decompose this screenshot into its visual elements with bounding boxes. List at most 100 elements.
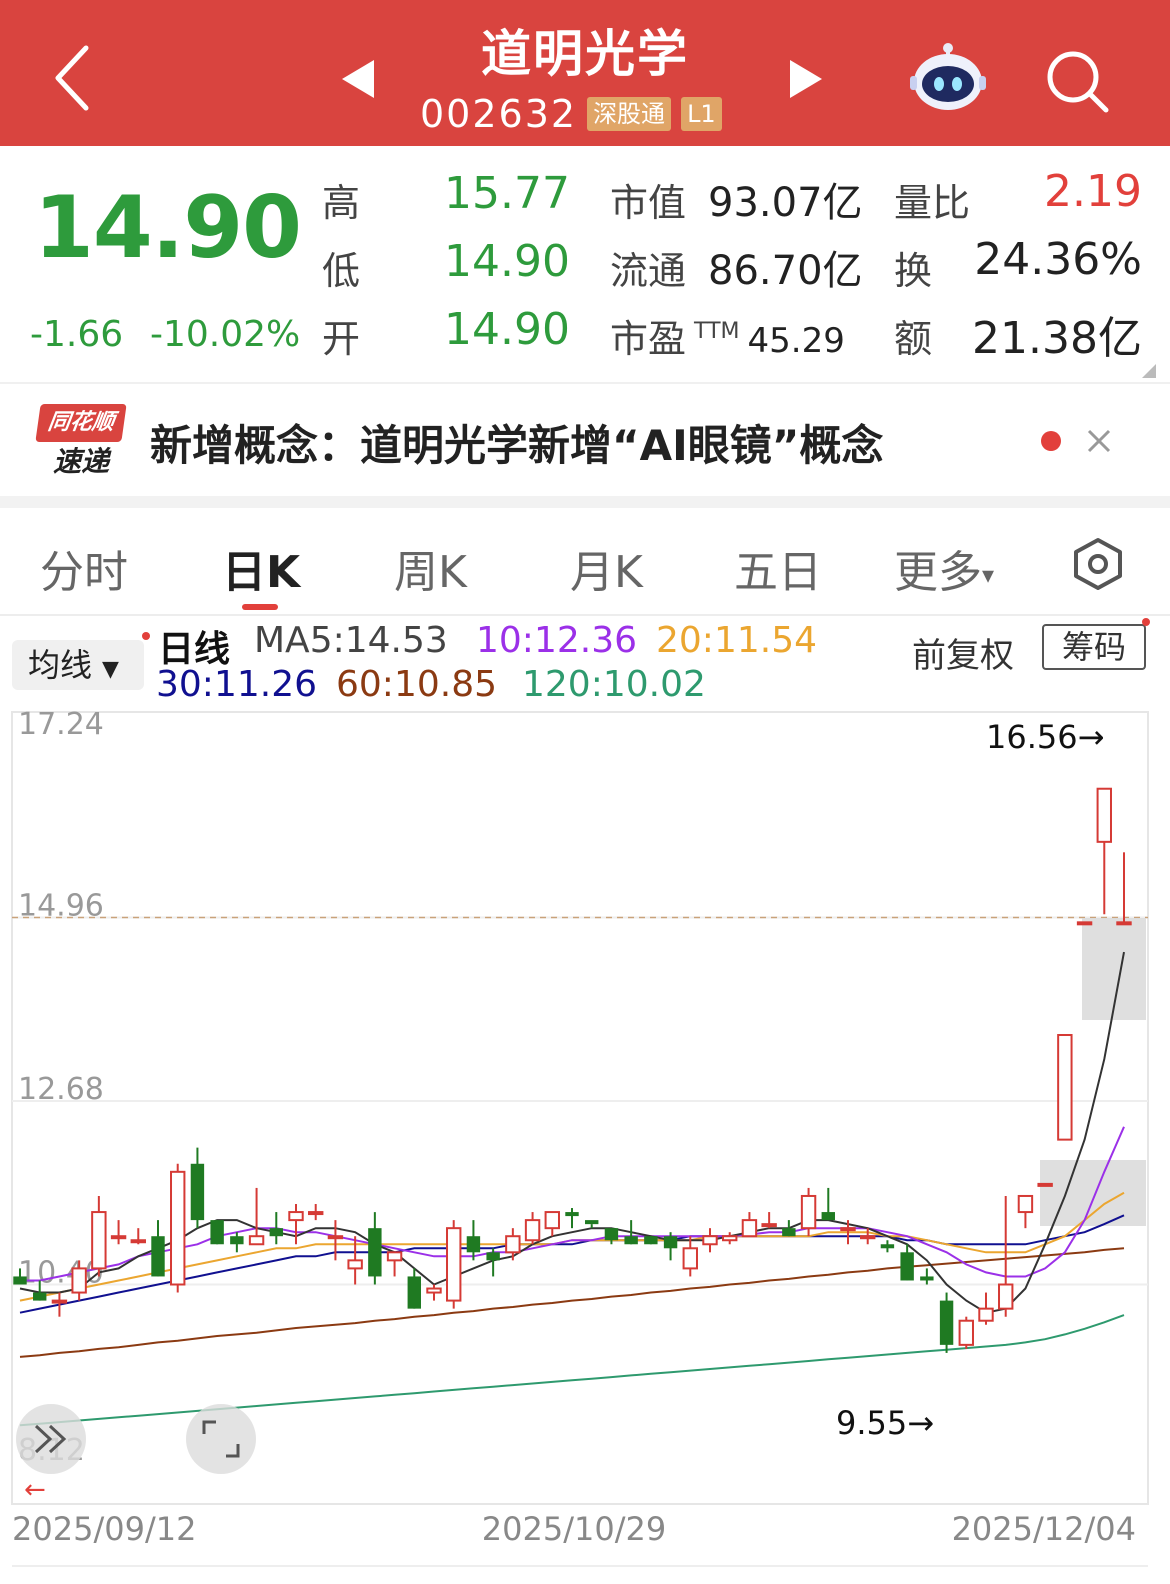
candle-body	[565, 1212, 579, 1217]
candle-body	[13, 1276, 27, 1285]
legend-ma5: MA5:14.53	[254, 620, 448, 661]
ths-express-logo: 同花顺 速递	[35, 404, 127, 484]
code-row: 002632 深股通 L1	[420, 92, 722, 136]
float-value: 86.70亿	[708, 248, 863, 294]
fullscreen-button[interactable]	[186, 1404, 256, 1474]
candle-body	[230, 1236, 244, 1245]
stock-detail-screen: 道明光学 002632 深股通 L1 14.90 -1.66 -10.02% 高…	[0, 0, 1170, 1584]
legend-dot	[142, 632, 150, 640]
candle-body	[978, 1307, 994, 1322]
legend-ma60: 60:10.85	[336, 664, 497, 705]
candle-body	[91, 1211, 107, 1270]
prev-stock-icon[interactable]	[340, 58, 376, 100]
price-change: -1.66	[30, 314, 124, 355]
candle-body	[741, 1219, 758, 1238]
tab-monthly-k[interactable]: 月K	[570, 536, 643, 600]
tab-five-day[interactable]: 五日	[734, 536, 822, 600]
settings-icon[interactable]	[1070, 536, 1126, 592]
x-tick-label: 2025/10/29	[482, 1510, 666, 1548]
candle-body	[702, 1235, 718, 1246]
candle-body	[544, 1211, 560, 1230]
candle-body	[604, 1228, 619, 1241]
news-headline: 新增概念：道明光学新增“AI眼镜”概念	[150, 421, 884, 470]
candle-body	[958, 1319, 974, 1346]
ma30-line	[19, 1214, 1125, 1314]
candle-body	[130, 1239, 146, 1244]
candle-body	[308, 1211, 324, 1216]
pe-label: 市盈	[610, 317, 687, 361]
amount-value: 21.38亿	[972, 313, 1142, 364]
ma60-line	[19, 1247, 1125, 1358]
candle-body	[761, 1223, 777, 1228]
legend-ma10: 10:12.36	[476, 620, 637, 661]
active-tab-indicator	[242, 604, 278, 610]
period-tabs: 分时 日K 周K 月K 五日 更多▾	[0, 508, 1170, 616]
amount-label: 额	[894, 317, 933, 361]
assistant-robot-icon[interactable]	[908, 40, 988, 112]
last-price: 14.90	[34, 178, 302, 278]
candle-body	[407, 1276, 421, 1309]
expand-panel-button[interactable]	[16, 1404, 86, 1474]
candle-body	[446, 1227, 462, 1302]
next-stock-icon[interactable]	[788, 58, 824, 100]
candle-body	[210, 1220, 224, 1245]
x-tick-label: 2025/09/12	[12, 1510, 196, 1548]
pe-value: 45.29	[747, 321, 845, 361]
min-annotation: 9.55→	[836, 1404, 934, 1442]
candle-body	[682, 1247, 698, 1270]
tab-daily-k[interactable]: 日K	[222, 536, 300, 600]
candle-body	[1057, 1034, 1073, 1141]
candle-body	[1037, 1182, 1053, 1187]
tab-more[interactable]: 更多▾	[894, 536, 994, 600]
candle-body	[624, 1236, 638, 1245]
candle-body	[486, 1252, 500, 1261]
open-value: 14.90	[444, 304, 570, 355]
chip-button[interactable]: 筹码	[1042, 624, 1146, 670]
ma-selector[interactable]: 均线 ▼	[12, 640, 144, 690]
search-icon[interactable]	[1044, 48, 1110, 114]
close-icon[interactable]	[1086, 428, 1112, 454]
volratio-value: 2.19	[1044, 166, 1142, 217]
candle-body	[840, 1227, 856, 1232]
adjust-mode[interactable]: 前复权	[912, 628, 1014, 677]
candle-body	[505, 1235, 521, 1254]
candle-body	[821, 1212, 835, 1221]
candle-body	[585, 1220, 599, 1225]
candle-body	[466, 1236, 481, 1253]
legend-ma30: 30:11.26	[156, 664, 317, 705]
turnover-value: 24.36%	[974, 234, 1142, 285]
candle-body	[524, 1219, 541, 1242]
legend-ma120: 120:10.02	[522, 664, 706, 705]
caret-down-icon: ▾	[982, 561, 995, 589]
kline-chart[interactable]: 17.2414.9612.6810.408.1216.56→9.55→←2025…	[0, 700, 1170, 1584]
unread-dot-icon	[1041, 431, 1061, 451]
candle-body	[663, 1236, 678, 1249]
ma10-line	[20, 1126, 1125, 1282]
high-value: 15.77	[444, 168, 570, 219]
candle-body	[1017, 1194, 1034, 1214]
high-label: 高	[322, 181, 361, 225]
quote-panel[interactable]: 14.90 -1.66 -10.02% 高 低 开 15.77 14.90 14…	[0, 146, 1170, 382]
connect-badge: 深股通	[587, 97, 672, 131]
candle-body	[33, 1292, 47, 1301]
turnover-label: 换	[894, 249, 933, 293]
tab-intraday[interactable]: 分时	[40, 536, 128, 600]
candle-body	[327, 1235, 344, 1240]
pe-row: 市盈 TTM 45.29	[610, 308, 845, 363]
candle-body	[800, 1194, 817, 1230]
mcap-value: 93.07亿	[708, 180, 863, 226]
candle-body	[722, 1235, 738, 1242]
float-label: 流通	[610, 249, 687, 293]
candle-body	[939, 1300, 954, 1345]
expand-corner-icon[interactable]	[1142, 364, 1156, 378]
tab-weekly-k[interactable]: 周K	[394, 536, 467, 600]
price-change-pct: -10.02%	[150, 314, 301, 355]
candle-body	[1076, 921, 1093, 926]
candle-body	[386, 1251, 403, 1262]
candle-body	[1116, 921, 1132, 926]
candle-body	[51, 1299, 68, 1304]
candle-body	[426, 1287, 442, 1294]
candle-body	[347, 1259, 363, 1270]
news-banner[interactable]: 同花顺 速递 新增概念：道明光学新增“AI眼镜”概念	[0, 384, 1170, 496]
candle-body	[900, 1252, 914, 1281]
